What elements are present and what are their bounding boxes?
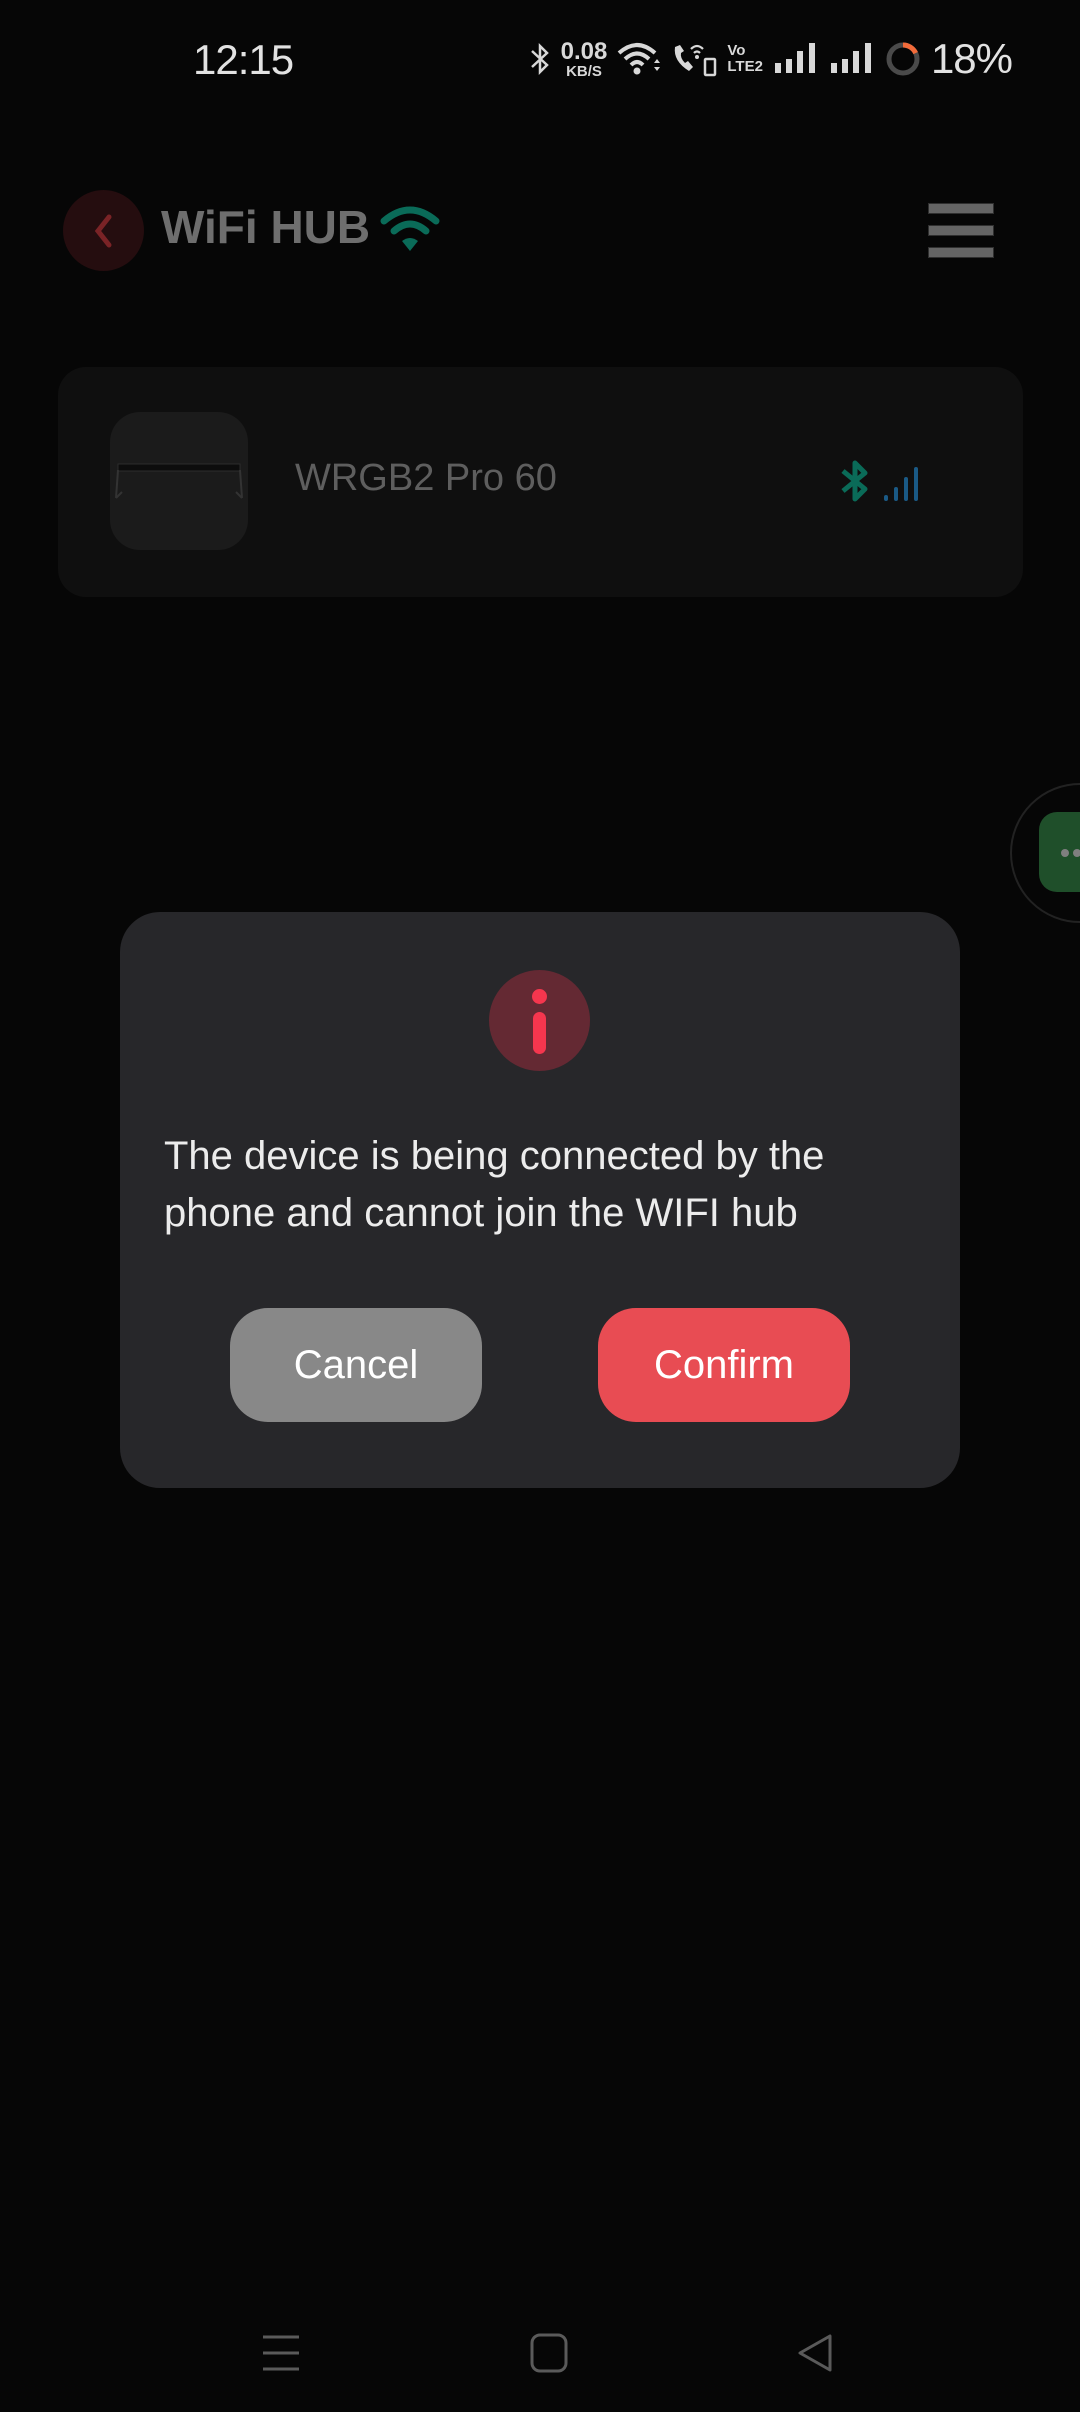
wifi-icon [618,43,661,75]
volte-indicator: Vo LTE2 [727,42,763,75]
hub-wifi-status [380,205,440,260]
device-connection-status [840,457,922,505]
battery-percent: 18% [930,35,1013,82]
back-nav-button[interactable] [786,2328,846,2378]
bluetooth-icon [530,42,549,76]
recents-button[interactable] [251,2328,311,2378]
home-button[interactable] [520,2328,580,2378]
status-time: 12:15 [193,36,294,83]
chevron-left-icon [94,214,111,247]
aquarium-light-image [115,463,243,499]
bluetooth-icon [841,460,868,502]
device-card[interactable]: WRGB2 Pro 60 [58,367,1023,597]
status-icons: 0.08 KB/S Vo LTE2 18% [529,34,1013,84]
alert-dialog: The device is being connected by the pho… [120,912,960,1488]
device-name: WRGB2 Pro 60 [295,457,557,499]
home-icon [530,2333,568,2373]
confirm-button[interactable]: Confirm [598,1308,850,1422]
back-icon [798,2334,832,2372]
wifi-calling-icon [675,44,717,77]
dot-icon [1061,849,1069,857]
device-thumbnail [110,412,248,550]
wifi-icon [380,206,440,251]
recents-icon [263,2335,299,2371]
status-bar: 12:15 0.08 KB/S Vo LTE2 18% [0,0,1080,125]
floating-assist-button[interactable] [1039,812,1080,892]
hamburger-menu-icon[interactable] [928,203,994,259]
info-icon [489,970,590,1071]
signal-bars-icon [884,467,918,501]
network-speed: 0.08 KB/S [560,37,608,80]
signal-sim2-icon [830,43,871,73]
cancel-button[interactable]: Cancel [230,1308,482,1422]
page-title: WiFi HUB [161,201,371,253]
dialog-message: The device is being connected by the pho… [164,1134,825,1235]
signal-sim1-icon [774,43,815,73]
system-nav-bar [0,2300,1080,2412]
battery-ring-icon [886,42,920,76]
dot-icon [1073,849,1080,857]
back-button[interactable] [63,190,144,271]
